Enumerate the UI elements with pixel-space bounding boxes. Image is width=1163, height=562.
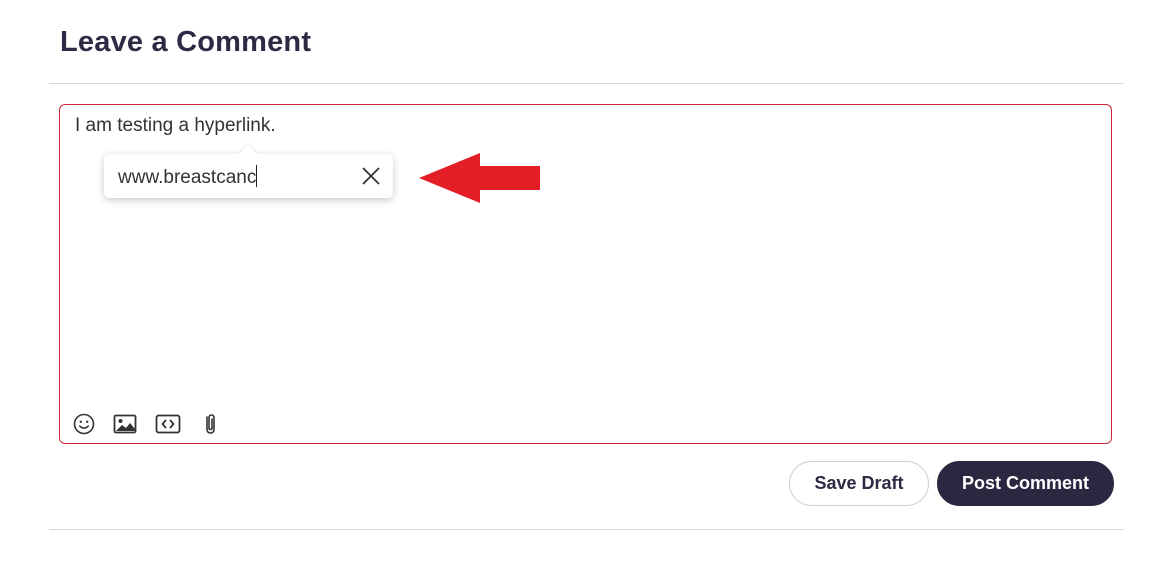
link-url-value: www.breastcanc <box>118 167 257 188</box>
image-icon[interactable] <box>112 411 138 437</box>
left-arrow-icon <box>419 152 541 204</box>
emoji-icon[interactable] <box>71 411 97 437</box>
comment-editor[interactable]: I am testing a hyperlink. www.breastcanc <box>59 104 1112 444</box>
top-divider <box>49 83 1124 84</box>
code-icon[interactable] <box>155 411 181 437</box>
popover-caret <box>239 144 257 162</box>
bottom-divider <box>49 529 1124 530</box>
text-cursor <box>256 165 258 187</box>
link-url-input[interactable]: www.breastcanc <box>118 165 258 189</box>
page-title: Leave a Comment <box>60 26 312 58</box>
attachment-icon[interactable] <box>197 411 223 437</box>
save-draft-button[interactable]: Save Draft <box>789 461 929 506</box>
editor-content[interactable]: I am testing a hyperlink. <box>75 115 276 137</box>
link-popover: www.breastcanc <box>104 144 393 198</box>
close-icon[interactable] <box>359 164 383 188</box>
comment-section: Leave a Comment I am testing a hyperlink… <box>0 0 1163 562</box>
post-comment-button[interactable]: Post Comment <box>937 461 1114 506</box>
